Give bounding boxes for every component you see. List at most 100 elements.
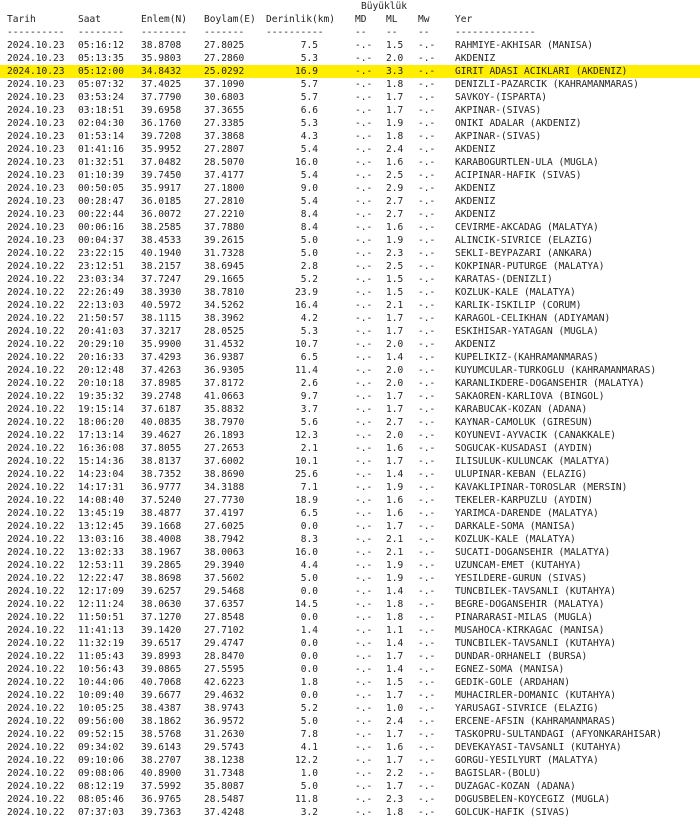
event-date: 2024.10.22 [7, 664, 65, 675]
event-date: 2024.10.22 [7, 261, 65, 272]
event-place: SOGUCAK-KUSADASI (AYDIN) [455, 443, 593, 454]
event-latitude: 39.1668 [141, 521, 182, 532]
event-latitude: 35.9917 [141, 183, 182, 194]
event-md: -.- [355, 456, 373, 467]
latitude-separator: -------- [141, 27, 187, 38]
event-date: 2024.10.22 [7, 794, 65, 805]
event-date: 2024.10.23 [7, 196, 65, 207]
event-md: -.- [355, 170, 373, 181]
event-longitude: 38.7810 [204, 287, 245, 298]
event-date: 2024.10.23 [7, 40, 65, 51]
event-ml: 1.7 [386, 521, 404, 532]
event-md: -.- [355, 690, 373, 701]
event-longitude: 29.3940 [204, 560, 245, 571]
event-depth: 7.1 [300, 482, 318, 493]
event-mw: -.- [418, 573, 436, 584]
event-latitude: 38.8708 [141, 40, 182, 51]
event-latitude: 40.5972 [141, 300, 182, 311]
event-longitude: 27.2653 [204, 443, 245, 454]
event-depth: 4.3 [300, 131, 318, 142]
event-ml: 1.9 [386, 235, 404, 246]
table-row: 2024.10.22 22:26:49 38.3930 38.7810 23.9 -.- 1… [0, 286, 700, 299]
event-ml: 1.8 [386, 807, 404, 818]
event-longitude: 27.2810 [204, 196, 245, 207]
table-row: 2024.10.22 23:12:51 38.2157 38.6945 2.8 -.- 2.… [0, 260, 700, 273]
event-place: AKDENIZ [455, 183, 496, 194]
event-time: 10:09:40 [78, 690, 124, 701]
event-mw: -.- [418, 560, 436, 571]
event-longitude: 38.7970 [204, 417, 245, 428]
event-longitude: 37.1090 [204, 79, 245, 90]
table-row-highlighted: 2024.10.23 05:12:00 34.8432 25.0292 16.9 -.- 3… [0, 65, 700, 78]
event-depth: 5.2 [300, 274, 318, 285]
event-md: -.- [355, 794, 373, 805]
event-mw: -.- [418, 92, 436, 103]
event-ml: 1.1 [386, 625, 404, 636]
event-mw: -.- [418, 586, 436, 597]
event-date: 2024.10.23 [7, 144, 65, 155]
event-date: 2024.10.23 [7, 118, 65, 129]
event-ml: 1.8 [386, 612, 404, 623]
event-latitude: 38.8137 [141, 456, 182, 467]
event-place: KARLIK-ISKILIP (CORUM) [455, 300, 582, 311]
event-date: 2024.10.22 [7, 430, 65, 441]
event-time: 20:29:10 [78, 339, 124, 350]
table-row: 2024.10.22 12:22:47 38.8698 37.5602 5.0 -.- 1.… [0, 572, 700, 585]
event-mw: -.- [418, 378, 436, 389]
event-latitude: 35.9952 [141, 144, 182, 155]
event-latitude: 38.2585 [141, 222, 182, 233]
event-depth: 5.0 [300, 716, 318, 727]
event-latitude: 35.9803 [141, 53, 182, 64]
event-time: 16:36:08 [78, 443, 124, 454]
latitude-column-header: Enlem(N) [141, 14, 187, 25]
event-md: -.- [355, 638, 373, 649]
event-time: 00:50:05 [78, 183, 124, 194]
event-date: 2024.10.23 [7, 235, 65, 246]
time-separator: -------- [78, 27, 124, 38]
event-md: -.- [355, 547, 373, 558]
event-longitude: 27.5595 [204, 664, 245, 675]
event-time: 07:37:03 [78, 807, 124, 818]
event-mw: -.- [418, 768, 436, 779]
event-mw: -.- [418, 443, 436, 454]
event-longitude: 27.2860 [204, 53, 245, 64]
event-date: 2024.10.22 [7, 326, 65, 337]
event-place: GORGU-YESILYURT (MALATYA) [455, 755, 599, 766]
event-longitude: 28.8470 [204, 651, 245, 662]
event-latitude: 39.7363 [141, 807, 182, 818]
event-latitude: 39.0865 [141, 664, 182, 675]
event-latitude: 40.7068 [141, 677, 182, 688]
event-md: -.- [355, 417, 373, 428]
event-depth: 6.5 [300, 352, 318, 363]
event-ml: 1.9 [386, 573, 404, 584]
event-mw: -.- [418, 703, 436, 714]
event-ml: 2.4 [386, 716, 404, 727]
event-ml: 2.1 [386, 534, 404, 545]
event-place: RAHMIYE-AKHISAR (MANISA) [455, 40, 593, 51]
event-md: -.- [355, 651, 373, 662]
event-place: EGNEZ-SOMA (MANISA) [455, 664, 565, 675]
event-ml: 1.6 [386, 157, 404, 168]
event-latitude: 35.9900 [141, 339, 182, 350]
event-latitude: 37.5992 [141, 781, 182, 792]
event-longitude: 41.0663 [204, 391, 245, 402]
event-longitude: 37.5602 [204, 573, 245, 584]
event-mw: -.- [418, 456, 436, 467]
event-depth: 8.3 [300, 534, 318, 545]
event-ml: 2.7 [386, 209, 404, 220]
table-row: 2024.10.22 10:09:40 39.6677 29.4632 0.0 -.- 1.… [0, 689, 700, 702]
event-mw: -.- [418, 508, 436, 519]
event-mw: -.- [418, 222, 436, 233]
event-ml: 1.4 [386, 469, 404, 480]
event-longitude: 27.7102 [204, 625, 245, 636]
table-row: 2024.10.23 00:50:05 35.9917 27.1800 9.0 -.- 2.… [0, 182, 700, 195]
event-date: 2024.10.22 [7, 573, 65, 584]
event-mw: -.- [418, 495, 436, 506]
event-latitude: 38.4533 [141, 235, 182, 246]
time-column-header: Saat [78, 14, 101, 25]
event-date: 2024.10.23 [7, 92, 65, 103]
event-depth: 2.8 [300, 261, 318, 272]
event-longitude: 37.8172 [204, 378, 245, 389]
event-md: -.- [355, 40, 373, 51]
event-latitude: 36.9777 [141, 482, 182, 493]
